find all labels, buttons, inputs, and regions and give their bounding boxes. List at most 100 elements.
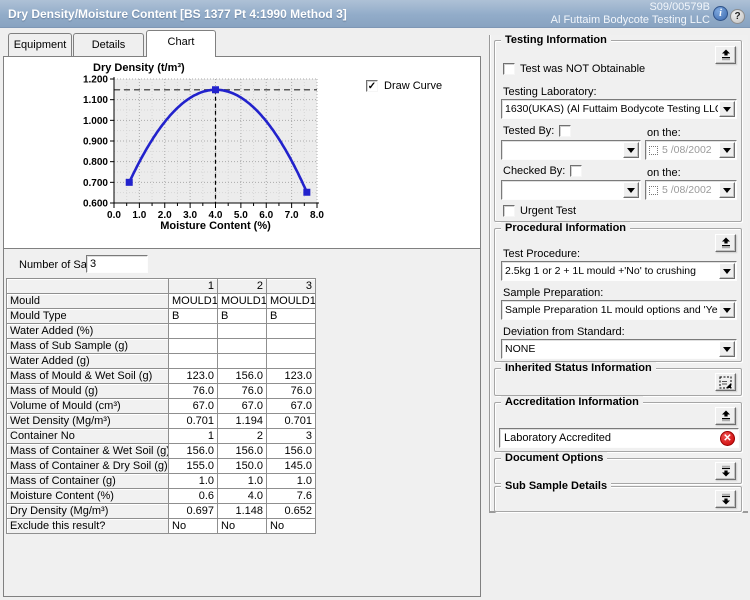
cell-value[interactable]: B bbox=[169, 309, 218, 324]
cell-value[interactable]: 67.0 bbox=[267, 399, 316, 414]
svg-text:1.100: 1.100 bbox=[83, 95, 108, 106]
cell-value[interactable]: No bbox=[267, 519, 316, 534]
cell-value[interactable]: 1.0 bbox=[218, 474, 267, 489]
cell-value[interactable]: 145.0 bbox=[267, 459, 316, 474]
sample-preparation-select[interactable]: Sample Preparation 1L mould options and … bbox=[501, 300, 737, 320]
testing-laboratory-dropdown-button[interactable] bbox=[719, 101, 735, 117]
cell-value[interactable] bbox=[267, 354, 316, 369]
cell-value[interactable]: No bbox=[218, 519, 267, 534]
cell-value[interactable] bbox=[267, 324, 316, 339]
cell-value[interactable]: 3 bbox=[267, 429, 316, 444]
checked-on-dropdown-button[interactable] bbox=[719, 182, 735, 198]
tested-on-date-picker[interactable]: 5 /08/2002 bbox=[645, 140, 737, 160]
svg-text:0.900: 0.900 bbox=[83, 137, 108, 148]
cell-value[interactable]: 156.0 bbox=[218, 369, 267, 384]
cell-value[interactable]: 0.6 bbox=[169, 489, 218, 504]
help-icon[interactable]: ? bbox=[730, 9, 745, 24]
info-icon[interactable]: i bbox=[713, 6, 728, 21]
cell-value[interactable]: 67.0 bbox=[169, 399, 218, 414]
combo-arrow-icon bbox=[723, 269, 731, 278]
cell-value[interactable]: 2 bbox=[218, 429, 267, 444]
cell-value[interactable]: No bbox=[169, 519, 218, 534]
procedural-collapse-button[interactable] bbox=[715, 234, 736, 252]
svg-text:1.200: 1.200 bbox=[83, 75, 108, 86]
not-accredited-icon[interactable]: ✕ bbox=[720, 431, 735, 446]
test-procedure-label: Test Procedure: bbox=[503, 248, 580, 260]
cell-value[interactable] bbox=[169, 354, 218, 369]
row-label: Volume of Mould (cm³) bbox=[7, 399, 169, 414]
cell-value[interactable]: B bbox=[218, 309, 267, 324]
cell-value[interactable]: 156.0 bbox=[267, 444, 316, 459]
cell-value[interactable]: 156.0 bbox=[218, 444, 267, 459]
cell-value[interactable]: 123.0 bbox=[169, 369, 218, 384]
cell-value[interactable]: 123.0 bbox=[267, 369, 316, 384]
tab-equipment[interactable]: Equipment bbox=[8, 33, 72, 56]
sub-sample-expand-button[interactable] bbox=[715, 490, 736, 508]
cell-value[interactable]: 7.6 bbox=[267, 489, 316, 504]
test-procedure-select[interactable]: 2.5kg 1 or 2 + 1L mould +'No' to crushin… bbox=[501, 261, 737, 281]
test-procedure-dropdown-button[interactable] bbox=[719, 263, 735, 279]
number-of-samples-input[interactable]: 3 bbox=[86, 255, 148, 273]
cell-value[interactable]: 76.0 bbox=[169, 384, 218, 399]
cell-value[interactable]: 0.652 bbox=[267, 504, 316, 519]
date-checkbox[interactable] bbox=[649, 186, 658, 195]
cell-value[interactable] bbox=[169, 339, 218, 354]
tested-on-dropdown-button[interactable] bbox=[719, 142, 735, 158]
combo-arrow-icon bbox=[723, 148, 731, 157]
testing-laboratory-select[interactable]: 1630(UKAS) (Al Futtaim Bodycote Testing … bbox=[501, 99, 737, 119]
cell-value[interactable]: 67.0 bbox=[218, 399, 267, 414]
tested-by-dropdown-button[interactable] bbox=[623, 142, 639, 158]
cell-value[interactable]: MOULD1 bbox=[267, 294, 316, 309]
cell-value[interactable]: 1.0 bbox=[169, 474, 218, 489]
cell-value[interactable] bbox=[267, 339, 316, 354]
cell-value[interactable]: 1.194 bbox=[218, 414, 267, 429]
svg-text:0.600: 0.600 bbox=[83, 199, 108, 210]
sample-preparation-label: Sample Preparation: bbox=[503, 287, 603, 299]
cell-value[interactable]: MOULD1 bbox=[169, 294, 218, 309]
checked-on-date-picker[interactable]: 5 /08/2002 bbox=[645, 180, 737, 200]
cell-value[interactable]: 1 bbox=[169, 429, 218, 444]
cell-value[interactable] bbox=[169, 324, 218, 339]
not-obtainable-checkbox[interactable] bbox=[503, 63, 515, 75]
cell-value[interactable]: 150.0 bbox=[218, 459, 267, 474]
accreditation-collapse-button[interactable] bbox=[715, 407, 736, 425]
cell-value[interactable]: 4.0 bbox=[218, 489, 267, 504]
cell-value[interactable]: MOULD1 bbox=[218, 294, 267, 309]
date-checkbox[interactable] bbox=[649, 146, 658, 155]
checked-by-select[interactable] bbox=[501, 180, 641, 200]
cell-value[interactable] bbox=[218, 339, 267, 354]
sub-sample-group: Sub Sample Details bbox=[494, 486, 742, 512]
tab-chart[interactable]: Chart bbox=[146, 30, 216, 57]
document-options-expand-button[interactable] bbox=[715, 462, 736, 480]
row-label: Water Added (%) bbox=[7, 324, 169, 339]
cell-value[interactable]: 0.701 bbox=[169, 414, 218, 429]
svg-text:1.000: 1.000 bbox=[83, 116, 108, 127]
cell-value[interactable]: B bbox=[267, 309, 316, 324]
draw-curve-checkbox[interactable]: ✓ bbox=[366, 80, 378, 92]
deviation-dropdown-button[interactable] bbox=[719, 341, 735, 357]
cell-value[interactable] bbox=[218, 354, 267, 369]
cell-value[interactable]: 1.0 bbox=[267, 474, 316, 489]
checked-by-dropdown-button[interactable] bbox=[623, 182, 639, 198]
page-title: Dry Density/Moisture Content [BS 1377 Pt… bbox=[8, 7, 347, 21]
cell-value[interactable]: 76.0 bbox=[218, 384, 267, 399]
not-obtainable-label: Test was NOT Obtainable bbox=[520, 63, 645, 75]
cell-value[interactable]: 0.697 bbox=[169, 504, 218, 519]
deviation-select[interactable]: NONE bbox=[501, 339, 737, 359]
cell-value[interactable]: 155.0 bbox=[169, 459, 218, 474]
testing-collapse-button[interactable] bbox=[715, 46, 736, 64]
row-label: Mass of Container & Wet Soil (g) bbox=[7, 444, 169, 459]
cell-value[interactable]: 76.0 bbox=[267, 384, 316, 399]
tested-by-select[interactable] bbox=[501, 140, 641, 160]
tab-details[interactable]: Details bbox=[73, 33, 144, 56]
cell-value[interactable]: 1.148 bbox=[218, 504, 267, 519]
inherited-status-button[interactable] bbox=[715, 373, 736, 391]
cell-value[interactable]: 0.701 bbox=[267, 414, 316, 429]
sample-preparation-dropdown-button[interactable] bbox=[719, 302, 735, 318]
checked-by-checkbox[interactable] bbox=[570, 165, 582, 177]
cell-value[interactable] bbox=[218, 324, 267, 339]
tested-by-checkbox[interactable] bbox=[559, 125, 571, 137]
combo-arrow-icon bbox=[723, 347, 731, 356]
cell-value[interactable]: 156.0 bbox=[169, 444, 218, 459]
urgent-test-checkbox[interactable] bbox=[503, 205, 515, 217]
